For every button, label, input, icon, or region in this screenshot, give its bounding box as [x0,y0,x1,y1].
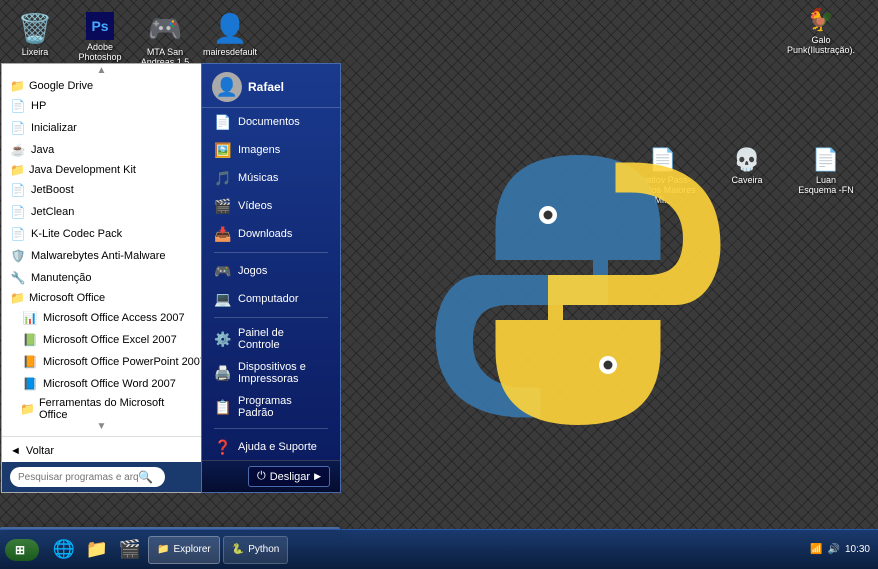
right-menu-ajuda[interactable]: ❓ Ajuda e Suporte [202,433,340,461]
menu-divider-bottom [2,436,201,437]
avatar: 👤 [212,72,242,102]
taskbar-clock: 10:30 [845,544,870,555]
videos-icon: 🎬 [214,197,232,215]
menu-item-malwarebytes[interactable]: 🛡️ Malwarebytes Anti-Malware [2,245,201,267]
computador-icon: 💻 [214,290,232,308]
menu-items-list: 📁 Google Drive 📄 HP 📄 Inicializar ☕ Java… [2,77,201,420]
search-area: 🔍 [2,462,201,492]
menu-item-word[interactable]: 📘 Microsoft Office Word 2007 [2,373,201,395]
python-logo [428,140,728,440]
desktop: 🗑️ Lixeira Ps Adobe Photoshop CS6 🎮 MTA … [0,0,878,569]
username: Rafael [248,80,284,94]
start-menu-left-panel: ▲ 📁 Google Drive 📄 HP 📄 Inicializar [1,63,201,493]
start-menu: ▲ 📁 Google Drive 📄 HP 📄 Inicializar [0,527,340,529]
right-menu-dispositivos[interactable]: 🖨️ Dispositivos e Impressoras [202,356,340,390]
start-menu-right-panel: 👤 Rafael 📄 Documentos 🖼️ Imagens 🎵 Músic… [201,63,341,493]
painel-icon: ⚙️ [214,330,232,348]
downloads-icon: 📥 [214,225,232,243]
taskbar-network-icon[interactable]: 📶 [810,544,822,555]
documentos-icon: 📄 [214,113,232,131]
user-section[interactable]: 👤 Rafael [202,64,340,108]
desktop-icon-luan[interactable]: 📄 Luan Esquema -FN [794,145,858,207]
desligar-area: ⏻ Desligar ▶ [202,460,340,492]
desligar-arrow: ▶ [314,471,321,482]
menu-item-hp[interactable]: 📄 HP [2,95,201,117]
desktop-icon-galo[interactable]: 🐓 Galo Punk(Ilustração). [784,5,858,57]
right-menu-divider-3 [214,428,328,429]
programas-icon: 📋 [214,398,232,416]
menu-item-excel[interactable]: 📗 Microsoft Office Excel 2007 [2,329,201,351]
menu-item-inicializar[interactable]: 📄 Inicializar [2,117,201,139]
imagens-icon: 🖼️ [214,141,232,159]
search-icon: 🔍 [138,470,153,484]
menu-item-jetclean[interactable]: 📄 JetClean [2,201,201,223]
taskbar: ⊞ 🌐 📁 🎬 📁Explorer 🐍Python 📶 🔊 10:30 [0,529,878,569]
ajuda-icon: ❓ [214,438,232,456]
search-container: 🔍 [10,467,165,487]
musicas-icon: 🎵 [214,169,232,187]
desligar-button[interactable]: ⏻ Desligar ▶ [248,466,330,487]
right-menu-painel[interactable]: ⚙️ Painel de Controle [202,322,340,356]
right-menu-documentos[interactable]: 📄 Documentos [202,108,340,136]
right-menu-videos[interactable]: 🎬 Vídeos [202,192,340,220]
menu-item-google-drive[interactable]: 📁 Google Drive [2,77,201,95]
menu-item-jetboost[interactable]: 📄 JetBoost [2,179,201,201]
taskbar-volume-icon[interactable]: 🔊 [828,544,840,555]
taskbar-task-2[interactable]: 🐍Python [223,536,289,564]
right-menu-imagens[interactable]: 🖼️ Imagens [202,136,340,164]
right-menu-musicas[interactable]: 🎵 Músicas [202,164,340,192]
menu-item-ms-office-folder[interactable]: 📁 Microsoft Office [2,289,201,307]
right-menu-divider-1 [214,252,328,253]
scroll-up[interactable]: ▲ [2,64,201,77]
taskbar-ie-icon[interactable]: 🌐 [49,536,79,564]
taskbar-pinned-icons: 🌐 📁 🎬 📁Explorer 🐍Python [44,536,802,564]
right-menu-divider-2 [214,317,328,318]
jogos-icon: 🎮 [214,262,232,280]
menu-item-powerpoint[interactable]: 📙 Microsoft Office PowerPoint 2007 [2,351,201,373]
taskbar-folder-icon[interactable]: 📁 [82,536,112,564]
right-menu-computador[interactable]: 💻 Computador [202,285,340,313]
right-menu-downloads[interactable]: 📥 Downloads [202,220,340,248]
menu-item-manutencao[interactable]: 🔧 Manutenção [2,267,201,289]
dispositivos-icon: 🖨️ [214,364,232,382]
menu-item-java-dev-kit[interactable]: 📁 Java Development Kit [2,161,201,179]
menu-item-ferramentas-folder[interactable]: 📁 Ferramentas do Microsoft Office [2,395,201,420]
voltar-button[interactable]: ◄ Voltar [2,440,201,462]
menu-item-access[interactable]: 📊 Microsoft Office Access 2007 [2,307,201,329]
start-button[interactable]: ⊞ [5,539,39,561]
taskbar-media-icon[interactable]: 🎬 [115,536,145,564]
desligar-icon: ⏻ [257,470,266,483]
scroll-down[interactable]: ▼ [2,420,201,433]
menu-item-java[interactable]: ☕ Java [2,139,201,161]
taskbar-task-1[interactable]: 📁Explorer [148,536,220,564]
right-menu-programas[interactable]: 📋 Programas Padrão [202,390,340,424]
taskbar-right-area: 📶 🔊 10:30 [802,544,878,555]
right-menu-jogos[interactable]: 🎮 Jogos [202,257,340,285]
search-input[interactable] [18,472,138,483]
menu-item-klite[interactable]: 📄 K-Lite Codec Pack [2,223,201,245]
